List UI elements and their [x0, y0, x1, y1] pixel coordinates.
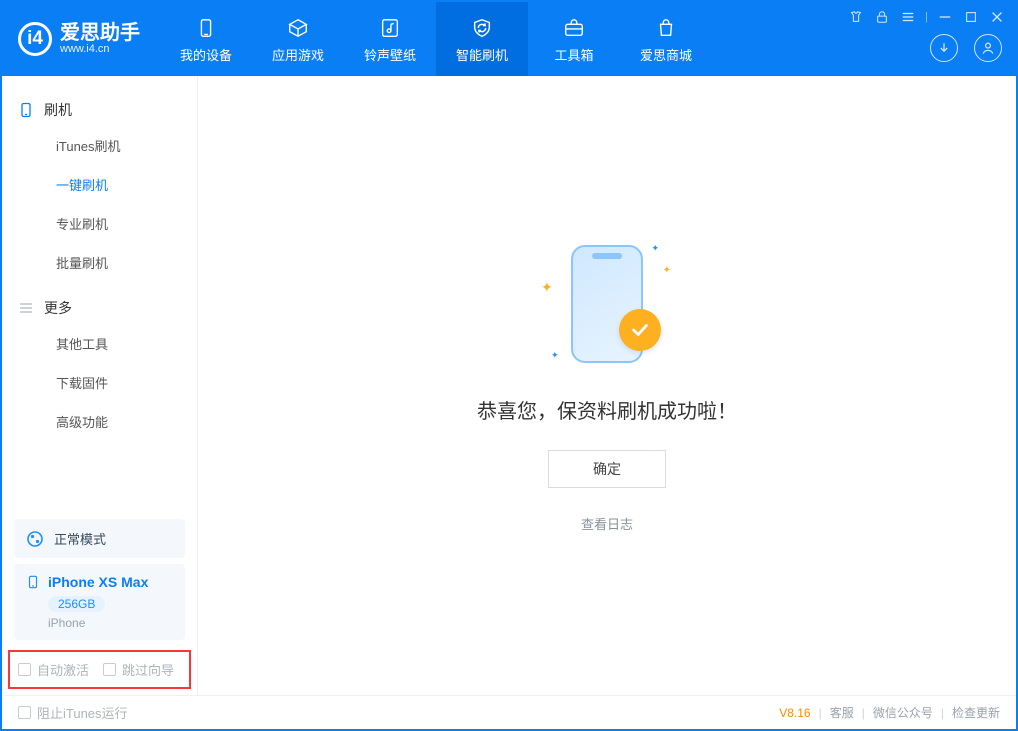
menu-icon[interactable] — [901, 10, 915, 24]
mode-text: 正常模式 — [54, 529, 106, 548]
close-button[interactable] — [990, 10, 1004, 24]
link-wechat[interactable]: 微信公众号 — [873, 704, 933, 721]
device-card[interactable]: iPhone XS Max 256GB iPhone — [14, 564, 185, 640]
logo-block: i4 爱思助手 www.i4.cn — [2, 2, 160, 76]
top-nav-tabs: 我的设备 应用游戏 铃声壁纸 智能刷机 — [160, 2, 712, 76]
confirm-button[interactable]: 确定 — [548, 450, 666, 488]
mode-card[interactable]: 正常模式 — [14, 519, 185, 558]
phone-outline-icon — [18, 102, 34, 118]
link-support[interactable]: 客服 — [830, 704, 854, 721]
logo-icon: i4 — [18, 22, 52, 56]
success-illustration: ✦ ✦ ✦ ✦ — [537, 239, 677, 369]
titlebar: i4 爱思助手 www.i4.cn 我的设备 应用游戏 — [2, 2, 1016, 76]
sidebar-item-advanced[interactable]: 高级功能 — [2, 402, 197, 441]
statusbar: 阻止iTunes运行 V8.16 | 客服 | 微信公众号 | 检查更新 — [2, 695, 1016, 729]
cube-icon — [285, 15, 311, 41]
checkbox-skip-wizard[interactable]: 跳过向导 — [103, 660, 174, 679]
header-action-icons — [930, 34, 1002, 62]
sparkle-icon: ✦ — [541, 279, 553, 296]
checkmark-badge-icon — [619, 309, 661, 351]
phone-icon — [193, 15, 219, 41]
checkbox-auto-activate[interactable]: 自动激活 — [18, 660, 89, 679]
app-window: i4 爱思助手 www.i4.cn 我的设备 应用游戏 — [0, 0, 1018, 731]
version-label: V8.16 — [779, 706, 810, 720]
checkbox-block-itunes[interactable]: 阻止iTunes运行 — [18, 703, 128, 722]
sparkle-icon: ✦ — [651, 243, 659, 254]
app-name: 爱思助手 — [60, 23, 140, 43]
sidebar-item-onekey-flash[interactable]: 一键刷机 — [2, 165, 197, 204]
tab-store[interactable]: 爱思商城 — [620, 2, 712, 76]
device-name: iPhone XS Max — [48, 574, 148, 590]
highlighted-options-box: 自动激活 跳过向导 — [8, 650, 191, 689]
sidebar-item-itunes-flash[interactable]: iTunes刷机 — [2, 126, 197, 165]
success-title: 恭喜您，保资料刷机成功啦！ — [477, 395, 737, 424]
user-button[interactable] — [974, 34, 1002, 62]
tab-ringtones-wallpapers[interactable]: 铃声壁纸 — [344, 2, 436, 76]
maximize-button[interactable] — [964, 10, 978, 24]
lock-icon[interactable] — [875, 10, 889, 24]
minimize-button[interactable] — [938, 10, 952, 24]
sidebar-section-more: 更多 — [2, 292, 197, 324]
device-capacity: 256GB — [48, 596, 105, 612]
music-icon — [377, 15, 403, 41]
sidebar-item-download-firmware[interactable]: 下载固件 — [2, 363, 197, 402]
tab-toolbox[interactable]: 工具箱 — [528, 2, 620, 76]
toolbox-icon — [561, 15, 587, 41]
device-phone-icon — [26, 575, 40, 589]
sidebar: 刷机 iTunes刷机 一键刷机 专业刷机 批量刷机 更多 其他工具 下载固件 … — [2, 76, 198, 695]
tab-smart-flash[interactable]: 智能刷机 — [436, 2, 528, 76]
sidebar-section-flash: 刷机 — [2, 94, 197, 126]
app-url: www.i4.cn — [60, 43, 140, 55]
mode-icon — [26, 530, 44, 548]
sparkle-icon: ✦ — [551, 350, 559, 361]
shirt-icon[interactable] — [849, 10, 863, 24]
download-button[interactable] — [930, 34, 958, 62]
window-controls: | — [849, 10, 1004, 24]
refresh-shield-icon — [469, 15, 495, 41]
view-log-link[interactable]: 查看日志 — [581, 514, 633, 533]
tab-my-device[interactable]: 我的设备 — [160, 2, 252, 76]
sidebar-item-batch-flash[interactable]: 批量刷机 — [2, 243, 197, 282]
store-icon — [653, 15, 679, 41]
link-check-update[interactable]: 检查更新 — [952, 704, 1000, 721]
list-icon — [18, 300, 34, 316]
sidebar-item-pro-flash[interactable]: 专业刷机 — [2, 204, 197, 243]
tab-apps-games[interactable]: 应用游戏 — [252, 2, 344, 76]
sparkle-icon: ✦ — [663, 265, 671, 276]
main-content: ✦ ✦ ✦ ✦ 恭喜您，保资料刷机成功啦！ 确定 查看日志 — [198, 76, 1016, 695]
device-type: iPhone — [48, 616, 173, 630]
sidebar-item-other-tools[interactable]: 其他工具 — [2, 324, 197, 363]
